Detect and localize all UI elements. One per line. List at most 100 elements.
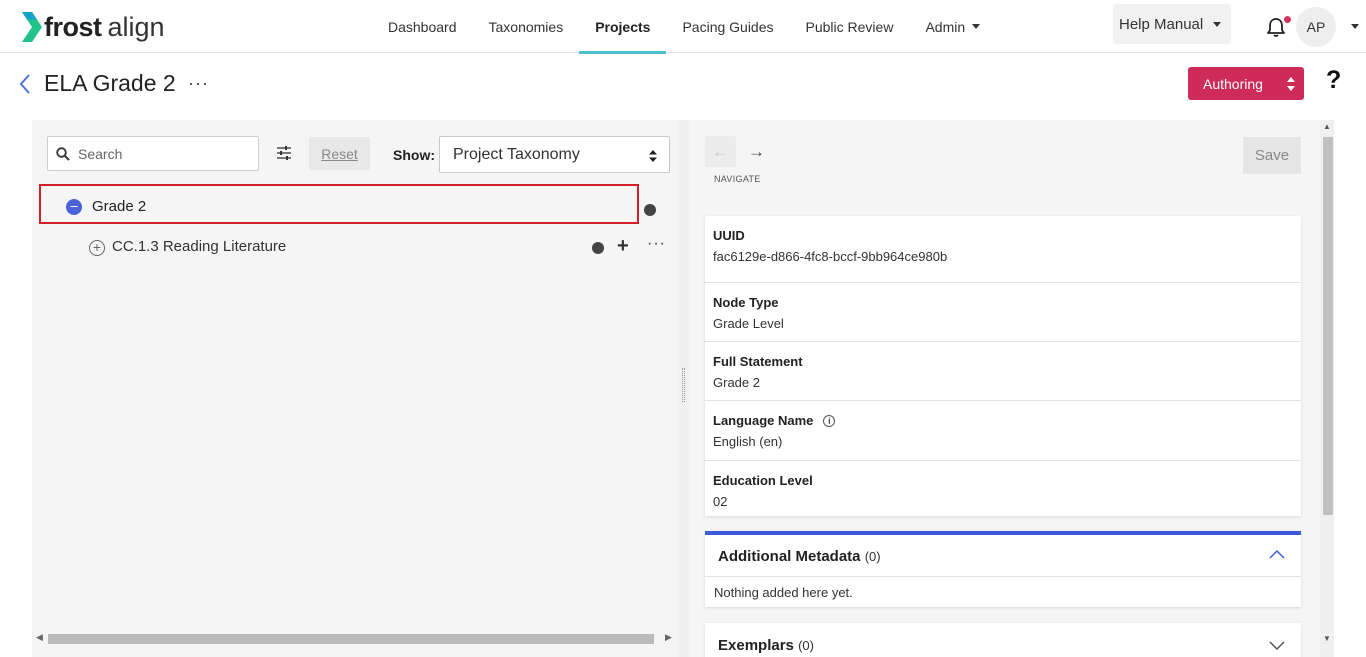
field-label: Full Statement bbox=[713, 354, 803, 369]
field-uuid: UUID fac6129e-d866-4fc8-bccf-9bb964ce980… bbox=[705, 216, 1301, 283]
panel-splitter[interactable] bbox=[678, 120, 689, 657]
logo-chevron-icon bbox=[22, 12, 42, 42]
help-icon[interactable]: ? bbox=[1326, 66, 1341, 95]
mode-select-label: Authoring bbox=[1203, 75, 1263, 92]
chevron-up-icon[interactable] bbox=[1269, 549, 1285, 559]
field-node-type: Node Type Grade Level bbox=[705, 283, 1301, 342]
frost-align-logo[interactable]: frost align bbox=[20, 10, 165, 44]
add-child-icon[interactable]: + bbox=[617, 235, 629, 258]
chevron-down-icon bbox=[972, 24, 981, 29]
drag-handle-icon[interactable] bbox=[682, 368, 685, 402]
additional-metadata-header[interactable]: Additional Metadata (0) bbox=[705, 535, 1301, 577]
field-value: 02 bbox=[713, 494, 728, 509]
vertical-scrollbar[interactable]: ▲ ▼ bbox=[1320, 120, 1334, 657]
info-icon[interactable]: i bbox=[823, 415, 836, 427]
scrollbar-thumb[interactable] bbox=[48, 634, 654, 644]
tree-node-label: Grade 2 bbox=[92, 198, 147, 215]
user-avatar[interactable]: AP bbox=[1296, 7, 1336, 47]
node-details-panel: ← → NAVIGATE Save UUID fac6129e-d866-4fc… bbox=[689, 120, 1320, 657]
field-value: fac6129e-d866-4fc8-bccf-9bb964ce980b bbox=[713, 249, 948, 264]
nav-taxonomies-label: Taxonomies bbox=[488, 18, 564, 35]
field-value: Grade Level bbox=[713, 316, 784, 331]
section-count: (0) bbox=[864, 549, 881, 564]
chevron-down-icon[interactable] bbox=[1351, 24, 1359, 29]
additional-metadata-section: Additional Metadata (0) Nothing added he… bbox=[705, 531, 1301, 607]
nav-projects-label: Projects bbox=[595, 18, 651, 35]
nav-public-review[interactable]: Public Review bbox=[790, 0, 910, 53]
nav-projects[interactable]: Projects bbox=[579, 0, 667, 54]
navigate-forward-button[interactable]: → bbox=[741, 136, 772, 167]
field-value: Grade 2 bbox=[713, 375, 760, 390]
taxonomy-tree-panel: Reset Show: Project Taxonomy – Grade 2 +… bbox=[32, 120, 678, 657]
exemplars-section[interactable]: Exemplars (0) bbox=[705, 623, 1301, 657]
tree-node-grade-2[interactable]: – Grade 2 bbox=[39, 184, 639, 224]
search-box[interactable] bbox=[47, 136, 259, 171]
arrow-left-icon: ← bbox=[712, 141, 729, 161]
node-more-options-icon[interactable]: ··· bbox=[647, 235, 666, 253]
nav-public-review-label: Public Review bbox=[805, 18, 894, 35]
scroll-down-arrow-icon[interactable]: ▼ bbox=[1323, 634, 1331, 643]
save-button[interactable]: Save bbox=[1243, 137, 1301, 174]
node-status-dot bbox=[592, 242, 604, 254]
main-nav: Dashboard Taxonomies Projects Pacing Gui… bbox=[372, 0, 996, 54]
show-taxonomy-select[interactable]: Project Taxonomy bbox=[439, 136, 670, 173]
scroll-left-arrow-icon[interactable]: ◀ bbox=[36, 632, 43, 643]
help-manual-dropdown[interactable]: Help Manual bbox=[1113, 4, 1231, 44]
back-arrow-icon[interactable] bbox=[18, 73, 32, 95]
top-navbar: frost align Dashboard Taxonomies Project… bbox=[0, 0, 1366, 54]
avatar-initials: AP bbox=[1306, 19, 1326, 35]
navigate-back-button[interactable]: ← bbox=[705, 136, 736, 167]
chevron-down-icon bbox=[1213, 21, 1222, 27]
chevron-down-icon[interactable] bbox=[1269, 641, 1285, 651]
scroll-right-arrow-icon[interactable]: ▶ bbox=[665, 632, 672, 643]
section-count: (0) bbox=[798, 638, 814, 653]
node-details-card: UUID fac6129e-d866-4fc8-bccf-9bb964ce980… bbox=[705, 216, 1301, 516]
navigate-label: NAVIGATE bbox=[714, 174, 761, 184]
tree-node-reading-literature[interactable]: + CC.1.3 Reading Literature + ··· bbox=[32, 228, 678, 266]
search-icon bbox=[56, 146, 70, 161]
help-manual-label: Help Manual bbox=[1119, 15, 1204, 33]
filter-sliders-icon[interactable] bbox=[276, 146, 292, 160]
show-label: Show: bbox=[393, 147, 435, 163]
empty-state-text: Nothing added here yet. bbox=[714, 585, 853, 600]
nav-pacing-guides-label: Pacing Guides bbox=[682, 18, 774, 35]
search-input[interactable] bbox=[78, 145, 248, 162]
reset-button[interactable]: Reset bbox=[309, 137, 370, 170]
field-label: Education Level bbox=[713, 473, 813, 488]
scrollbar-thumb[interactable] bbox=[1323, 137, 1333, 515]
collapse-node-icon[interactable]: – bbox=[66, 199, 82, 215]
project-header: ELA Grade 2 ··· Authoring ? bbox=[0, 54, 1366, 120]
section-title: Additional Metadata (0) bbox=[718, 548, 881, 565]
page-title: ELA Grade 2 bbox=[44, 70, 176, 96]
brand-frost: frost bbox=[44, 11, 102, 42]
field-language-name: Language Name i English (en) bbox=[705, 401, 1301, 461]
show-select-value: Project Taxonomy bbox=[453, 145, 580, 163]
nav-dashboard[interactable]: Dashboard bbox=[372, 0, 473, 53]
nav-taxonomies[interactable]: Taxonomies bbox=[473, 0, 580, 53]
tree-node-label: CC.1.3 Reading Literature bbox=[112, 238, 287, 255]
field-full-statement: Full Statement Grade 2 bbox=[705, 342, 1301, 401]
field-value: English (en) bbox=[713, 434, 783, 449]
more-options-icon[interactable]: ··· bbox=[188, 73, 209, 94]
horizontal-scrollbar[interactable]: ◀ ▶ bbox=[32, 630, 678, 647]
nav-dashboard-label: Dashboard bbox=[388, 18, 457, 35]
nav-pacing-guides[interactable]: Pacing Guides bbox=[666, 0, 789, 53]
scroll-up-arrow-icon[interactable]: ▲ bbox=[1323, 122, 1331, 131]
section-title-text: Additional Metadata bbox=[718, 548, 861, 565]
expand-node-icon[interactable]: + bbox=[89, 240, 105, 256]
field-label: Language Name bbox=[713, 413, 814, 428]
nav-admin-dropdown[interactable]: Admin bbox=[909, 0, 996, 53]
field-education-level: Education Level 02 bbox=[705, 461, 1301, 516]
notification-badge bbox=[1284, 16, 1291, 23]
select-arrows-icon bbox=[649, 150, 657, 162]
select-arrows-icon bbox=[1287, 77, 1295, 91]
mode-select[interactable]: Authoring bbox=[1188, 67, 1304, 100]
field-label: UUID bbox=[713, 228, 745, 243]
field-label-row: Language Name i bbox=[713, 413, 1301, 428]
section-title-text: Exemplars bbox=[718, 637, 794, 654]
brand-align: align bbox=[107, 11, 165, 42]
field-label: Node Type bbox=[713, 295, 779, 310]
nav-admin-label: Admin bbox=[925, 18, 966, 35]
section-title: Exemplars (0) bbox=[718, 637, 814, 654]
arrow-right-icon: → bbox=[748, 141, 765, 161]
